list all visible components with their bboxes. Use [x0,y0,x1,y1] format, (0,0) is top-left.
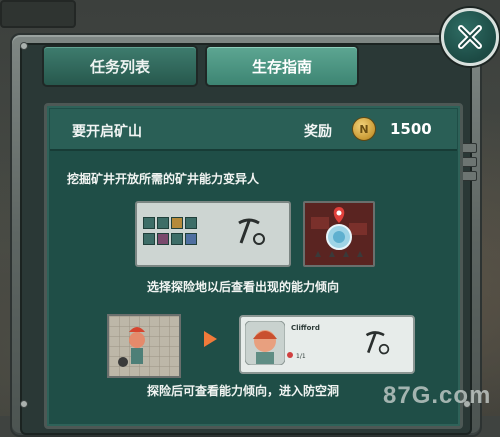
side-bolt [461,171,477,181]
grid-tile [185,217,197,229]
tab-label: 任务列表 [89,57,150,76]
site-watermark: 87G.com [383,382,492,409]
grid-tile [171,217,183,229]
arrow-right-icon [204,331,217,347]
reward-label: 奖励 [304,124,332,140]
guide-text-1: 挖掘矿井开放所需的矿井能力变异人 [67,172,260,186]
grid-tile [143,233,155,245]
reward-amount: 1500 [390,120,432,138]
tab-survival-guide[interactable]: 生存指南 [205,45,359,87]
exploration-map-illustration [107,314,181,378]
mine-scene [305,203,373,265]
dweller-portrait [245,321,285,365]
background-tile [0,0,76,28]
grid-tile [185,233,197,245]
coin-icon: N [352,117,376,141]
dweller-card-illustration: Clifford 1/1 [239,315,415,374]
guide-text-2: 选择探险地以后查看出现的能力倾向 [147,280,340,294]
grid-tile [171,233,183,245]
side-bolt [461,157,477,167]
guide-panel: 要开启矿山 奖励 N 1500 挖掘矿井开放所需的矿井能力变异人 选择探险地以后… [44,103,463,429]
grid-tile [143,217,155,229]
mission-header: 要开启矿山 奖励 N 1500 [50,109,457,151]
grid-tile [157,233,169,245]
tab-label: 生存指南 [251,57,312,76]
dweller-name: Clifford [291,324,320,332]
pickaxe-icon [238,218,265,245]
dweller-count: 1/1 [296,353,306,360]
guide-text-3: 探险后可查看能力倾向，进入防空洞 [147,384,340,398]
tab-quest-list[interactable]: 任务列表 [42,45,198,87]
health-icon [287,352,293,358]
side-bolt [461,143,477,153]
close-x-icon [458,25,482,49]
rivet [20,400,28,408]
map-scene [109,316,179,376]
mission-title: 要开启矿山 [72,124,142,140]
dweller-grid-illustration [135,201,291,267]
close-button[interactable] [441,8,499,66]
rivet [20,42,28,50]
grid-tile [157,217,169,229]
pickaxe-icon [365,331,390,355]
mine-illustration [303,201,375,267]
